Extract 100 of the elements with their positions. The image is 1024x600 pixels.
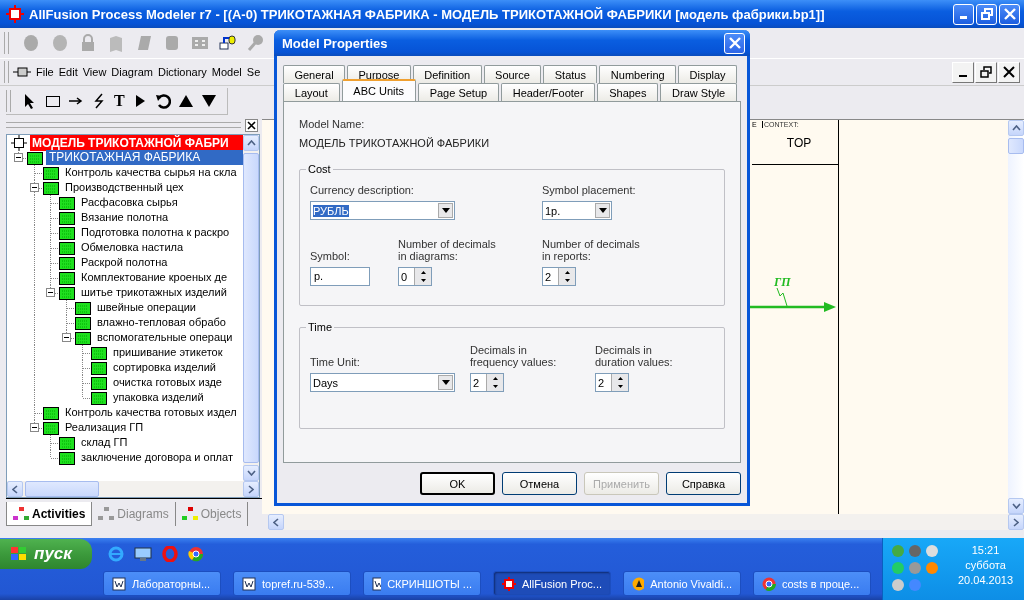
spin-box[interactable]: 2 [470, 373, 504, 392]
tab[interactable]: Display [678, 65, 738, 83]
dropdown-button[interactable] [438, 203, 453, 218]
time-unit-dropdown[interactable]: Days [310, 373, 455, 392]
dialog-button[interactable]: OK [420, 472, 495, 495]
menu-item[interactable]: Edit [56, 66, 80, 78]
scroll-right-button[interactable] [243, 481, 259, 497]
menu-item[interactable]: Model [209, 66, 244, 78]
tree-item[interactable]: влажно-тепловая обрабо [94, 315, 243, 330]
collapse-toggle[interactable] [30, 183, 39, 192]
tab[interactable]: Header/Footer [500, 83, 596, 101]
spin-box[interactable]: 0 [398, 267, 432, 286]
close-button[interactable] [245, 118, 258, 132]
model-icon[interactable] [13, 65, 31, 79]
menu-item[interactable]: File [34, 66, 56, 78]
menu-item[interactable]: Se [244, 66, 263, 78]
tab[interactable]: Layout [283, 83, 340, 101]
scroll-down-button[interactable] [243, 465, 259, 481]
tab[interactable]: Source [483, 65, 542, 83]
taskbar-button[interactable]: СКРИНШОТЫ ... [363, 571, 481, 596]
tab[interactable]: Numbering [599, 65, 677, 83]
collapse-toggle[interactable] [30, 423, 39, 432]
currency-dropdown[interactable]: РУБЛЬ [310, 201, 455, 220]
taskbar-button[interactable]: Antonio Vivaldi... [623, 571, 741, 596]
circle-icon[interactable] [188, 546, 204, 562]
blocks-icon [13, 506, 29, 521]
minimize-button[interactable] [952, 61, 974, 83]
restore-button[interactable] [976, 3, 997, 25]
caret-right-icon [248, 484, 254, 494]
tree-root[interactable]: МОДЕЛЬ ТРИКОТАЖНОЙ ФАБРИ [30, 135, 243, 151]
tree-item[interactable]: Вязание полотна [78, 210, 243, 225]
restore-button[interactable] [975, 61, 997, 83]
tab[interactable]: Page Setup [417, 83, 499, 101]
scroll-left-button[interactable] [268, 514, 284, 530]
caret-up-icon [564, 270, 570, 274]
dropdown-button[interactable] [595, 203, 610, 218]
dropdown-button[interactable] [438, 375, 453, 390]
spin-buttons[interactable] [558, 268, 575, 285]
tree-item[interactable]: пришивание этикеток [110, 345, 243, 360]
tree-item[interactable]: Обмеловка настила [78, 240, 243, 255]
taskbar-button[interactable]: topref.ru-539... [233, 571, 351, 596]
spin-buttons[interactable] [611, 374, 628, 391]
text-tool[interactable]: T [114, 92, 125, 109]
scroll-left-button[interactable] [7, 481, 23, 497]
scrollbar[interactable] [7, 481, 259, 497]
scrollbar-thumb[interactable] [25, 481, 99, 497]
tree-item[interactable]: Производственный цех [62, 180, 243, 195]
tree-item[interactable]: сортировка изделий [110, 360, 243, 375]
tree-item[interactable]: Раскрой полотна [78, 255, 243, 270]
undo-icon[interactable] [154, 92, 171, 109]
scroll-up-button[interactable] [1008, 120, 1024, 136]
scrollbar[interactable] [1008, 120, 1024, 514]
tree-item[interactable]: Реализация ГП [62, 420, 243, 435]
tab[interactable]: Shapes [597, 83, 659, 101]
scrollbar[interactable] [268, 514, 1024, 530]
tab[interactable]: General [283, 65, 345, 83]
tree-item[interactable]: заключение договора и оплат [78, 450, 243, 465]
context-value: TOP [785, 136, 813, 150]
tab[interactable]: Definition [412, 65, 482, 83]
spin-buttons[interactable] [414, 268, 431, 285]
placement-dropdown[interactable]: 1р. [542, 201, 612, 220]
tree-item[interactable]: швейные операции [94, 300, 243, 315]
menu-item[interactable]: View [80, 66, 109, 78]
scroll-down-button[interactable] [1008, 498, 1024, 514]
tree-item[interactable]: очистка готовых изде [110, 375, 243, 390]
start-button[interactable]: пуск [0, 539, 92, 569]
tree-item[interactable]: вспомогательные операци [94, 330, 243, 345]
tree-item[interactable]: Контроль качества сырья на скла [62, 165, 243, 180]
spin-buttons[interactable] [486, 374, 503, 391]
dialog-button[interactable]: Отмена [502, 472, 577, 495]
tab[interactable]: Draw Style [660, 83, 737, 101]
tree-item[interactable]: склад ГП [78, 435, 243, 450]
menu-item[interactable]: Diagram [109, 66, 155, 78]
scrollbar-thumb[interactable] [1008, 138, 1024, 154]
tab[interactable]: Status [543, 65, 598, 83]
collapse-toggle[interactable] [14, 153, 23, 162]
taskbar-button[interactable]: AllFusion Proc... [493, 571, 611, 596]
collapse-toggle[interactable] [46, 288, 55, 297]
spin-box[interactable]: 2 [595, 373, 629, 392]
tree-item[interactable]: Комплектование кроеных де [78, 270, 243, 285]
tree-item[interactable]: шитье трикотажных изделий [78, 285, 243, 300]
scroll-right-button[interactable] [1008, 514, 1024, 530]
tree-item[interactable]: Подготовка полотна к раскро [78, 225, 243, 240]
tab[interactable]: ABC Units [341, 79, 416, 101]
spin-box[interactable]: 2 [542, 267, 576, 286]
taskbar-button[interactable]: Лабораторны... [103, 571, 221, 596]
menu-item[interactable]: Dictionary [155, 66, 209, 78]
tree-item[interactable]: ТРИКОТАЖНАЯ ФАБРИКА [46, 150, 243, 165]
dialog-button[interactable]: Справка [666, 472, 741, 495]
down-triangle-icon[interactable] [200, 92, 217, 109]
tree-item[interactable]: Расфасовка сырья [78, 195, 243, 210]
computer-icon[interactable] [219, 34, 237, 52]
symbol-field[interactable]: р. [310, 267, 370, 286]
scroll-up-button[interactable] [243, 135, 259, 151]
panel-tab[interactable]: Activities [6, 502, 93, 526]
tree-item[interactable]: упаковка изделий [110, 390, 243, 405]
monitor-icon[interactable] [134, 546, 152, 562]
taskbar-button[interactable]: costs в проце... [753, 571, 871, 596]
collapse-toggle[interactable] [62, 333, 71, 342]
tree-item[interactable]: Контроль качества готовых издел [62, 405, 243, 420]
